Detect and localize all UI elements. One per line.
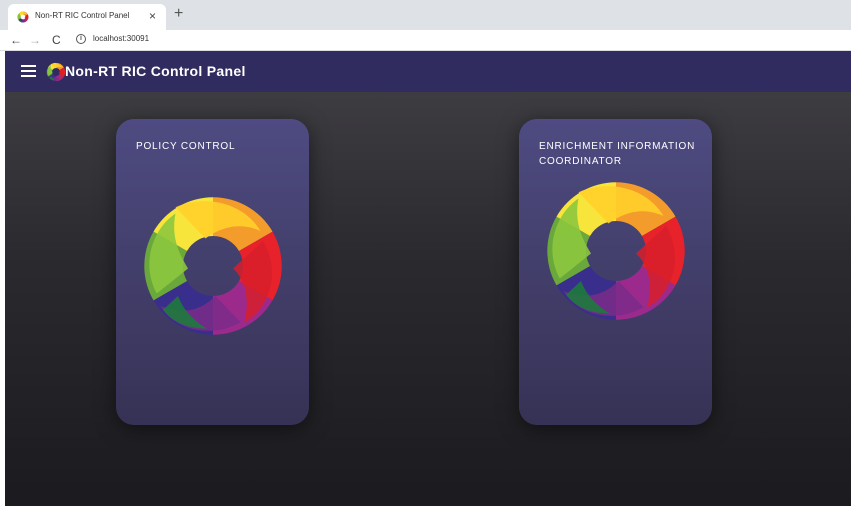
address-bar: ← → C i localhost:30091 <box>0 30 851 51</box>
browser-tab-bar: Non-RT RIC Control Panel × + <box>0 0 851 30</box>
policy-control-card[interactable]: POLICY CONTROL <box>116 119 309 425</box>
card-title: POLICY CONTROL <box>136 141 236 152</box>
back-arrow-icon[interactable]: ← <box>10 32 22 48</box>
app-toolbar: Non-RT RIC Control Panel <box>5 51 851 92</box>
favicon-icon <box>17 11 29 23</box>
forward-arrow-icon[interactable]: → <box>29 32 41 48</box>
o-ran-logo-icon <box>144 197 282 335</box>
tab-title: Non-RT RIC Control Panel <box>35 11 130 20</box>
app-page: Non-RT RIC Control Panel POLICY CONTROL … <box>5 51 851 506</box>
o-ran-logo-icon <box>547 182 685 320</box>
browser-tab[interactable]: Non-RT RIC Control Panel × <box>8 4 166 30</box>
app-title: Non-RT RIC Control Panel <box>65 63 246 79</box>
site-info-icon[interactable]: i <box>76 34 86 44</box>
new-tab-button[interactable]: + <box>174 4 183 24</box>
o-ran-logo-icon <box>46 62 66 82</box>
url-field[interactable]: localhost:30091 <box>93 34 149 43</box>
close-tab-icon[interactable]: × <box>149 8 156 24</box>
enrichment-information-coordinator-card[interactable]: ENRICHMENT INFORMATION COORDINATOR <box>519 119 712 425</box>
card-title: ENRICHMENT INFORMATION COORDINATOR <box>539 141 696 167</box>
reload-icon[interactable]: C <box>52 32 61 48</box>
hamburger-menu-icon[interactable] <box>21 65 36 77</box>
